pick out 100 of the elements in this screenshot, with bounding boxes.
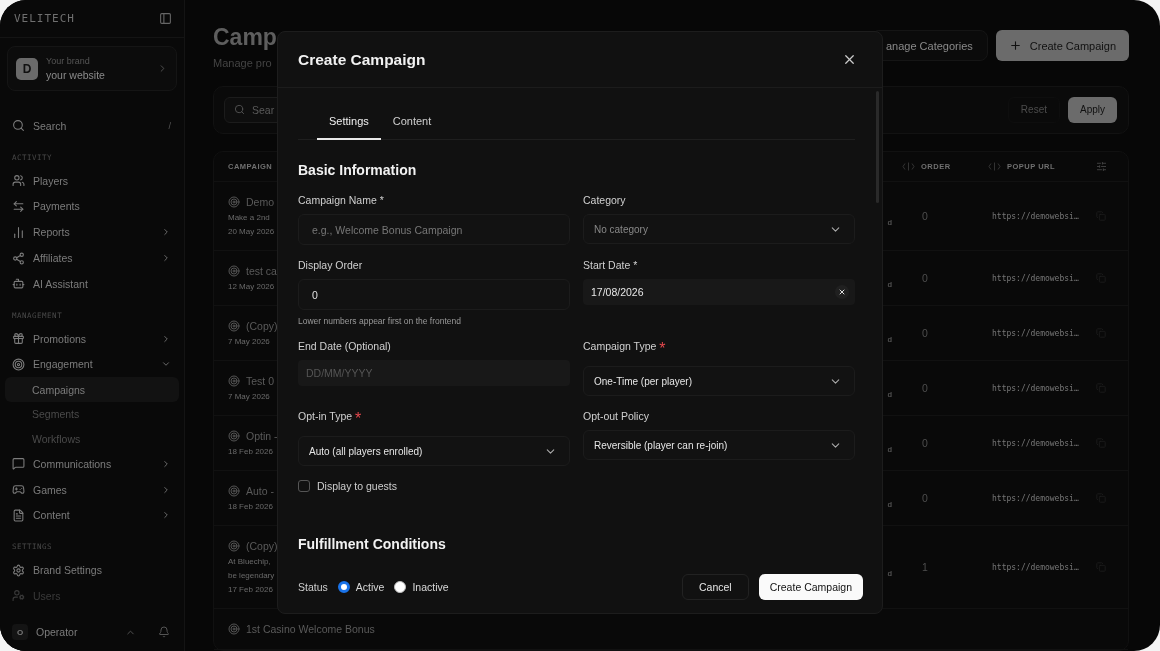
brand-switcher[interactable]: D Your brand your website — [7, 46, 177, 91]
user-icon — [12, 589, 25, 603]
tab[interactable]: Settings — [317, 106, 381, 140]
people-icon — [12, 174, 25, 188]
target-icon — [228, 196, 240, 208]
user-name: Operator — [36, 626, 79, 638]
nav-item[interactable]: Affiliates — [5, 245, 179, 271]
status-label: Status — [298, 581, 328, 593]
status-text: d — [887, 389, 892, 399]
field-label: Opt-in Type — [298, 410, 353, 424]
campaign-description: At Bluechip, — [228, 557, 272, 566]
status-text: d — [887, 334, 892, 344]
required-mark: * — [659, 340, 666, 358]
page-subtitle: Manage pro — [213, 57, 273, 69]
nav-item[interactable]: Reports — [5, 219, 179, 246]
sidebar-toggle-icon[interactable] — [159, 12, 172, 25]
url-cell-text: https://demowebsi… — [991, 438, 1080, 448]
order-cell-text: 0 — [921, 210, 929, 222]
campaign-name: test ca — [246, 265, 277, 277]
notifications-icon[interactable] — [158, 626, 170, 638]
status-text: d — [887, 568, 892, 578]
field-label: Opt-out Policy — [583, 410, 649, 422]
campaign-name: Optin - — [246, 430, 278, 442]
order-cell-text: 0 — [921, 327, 929, 339]
status-text: d — [887, 217, 892, 227]
nav-item[interactable]: Content — [5, 502, 179, 529]
radio-label: Active — [355, 581, 385, 593]
status-text: d — [887, 499, 892, 509]
nav-item[interactable]: Promotions — [5, 325, 179, 352]
gift-icon — [12, 332, 25, 346]
nav-item[interactable]: Engagement — [5, 351, 179, 378]
target-icon — [228, 375, 240, 387]
radio-button[interactable] — [394, 581, 407, 593]
url-cell-text: https://demowebsi… — [991, 211, 1080, 221]
clear-button[interactable] — [835, 285, 849, 299]
resize-icon[interactable] — [902, 162, 915, 171]
gamepad-icon — [12, 483, 25, 497]
field-label: Campaign Name * — [298, 194, 384, 206]
field-label: End Date (Optional) — [298, 340, 391, 352]
campaign-description: Make a 2nd — [228, 213, 271, 222]
status-text: d — [887, 444, 892, 454]
cancel-button[interactable]: Cancel — [682, 574, 749, 600]
nav-item[interactable]: Players — [5, 167, 179, 194]
campaign-name: (Copy) — [246, 540, 278, 552]
search-icon — [12, 119, 25, 133]
radio-label: Inactive — [412, 581, 449, 593]
user-avatar: O — [12, 624, 28, 640]
page-title: Camp — [213, 24, 277, 51]
target-icon — [12, 357, 25, 371]
tab[interactable]: Content — [380, 106, 444, 140]
field-hint: Lower numbers appear first on the frontend — [298, 316, 462, 326]
campaign-date: 7 May 2026 — [228, 337, 271, 346]
field-label: Campaign Type — [583, 340, 657, 354]
nav-item[interactable]: Games — [5, 476, 179, 503]
campaign-name: Test 0 — [246, 375, 274, 387]
plus-icon — [1008, 39, 1022, 52]
chat-icon — [12, 457, 25, 471]
order-cell-text: 0 — [921, 382, 929, 394]
date-field[interactable]: 17/08/2026 — [583, 279, 855, 305]
url-cell-text: https://demowebsi… — [991, 273, 1080, 283]
campaign-name: 1st Casino Welcome Bonus — [246, 623, 375, 635]
select-field[interactable]: One-Time (per player) — [583, 366, 855, 396]
campaign-name: Demo — [246, 196, 274, 208]
url-cell-text: https://demowebsi… — [991, 493, 1080, 503]
close-icon — [838, 288, 846, 296]
campaign-name: Auto - — [246, 485, 274, 497]
apply-button[interactable]: Apply — [1068, 96, 1117, 123]
radio-button[interactable] — [337, 581, 350, 593]
status-text: d — [887, 279, 892, 289]
nav-item[interactable]: Brand Settings — [5, 557, 179, 584]
close-icon[interactable] — [842, 52, 857, 67]
robot-icon — [12, 277, 25, 291]
document-icon — [12, 508, 25, 522]
nav-item[interactable]: AI Assistant — [5, 271, 179, 297]
submit-button[interactable]: Create Campaign — [758, 574, 863, 600]
nav-item[interactable]: Payments — [5, 193, 179, 220]
dialog-title: Create Campaign — [298, 50, 426, 69]
campaign-name: (Copy) — [246, 320, 278, 332]
search-icon — [234, 103, 245, 115]
create-campaign-button[interactable]: Create Campaign — [995, 30, 1129, 61]
nav-item[interactable]: Communications — [5, 450, 179, 477]
select-field[interactable]: No category — [583, 214, 855, 244]
arrows-icon — [12, 200, 25, 213]
checkbox[interactable] — [298, 480, 310, 492]
shortcut-key: / — [168, 120, 171, 131]
field-label: Category — [583, 194, 626, 206]
resize-icon[interactable] — [988, 162, 1001, 171]
campaign-date: 18 Feb 2026 — [228, 447, 274, 456]
url-cell-text: https://demowebsi… — [991, 328, 1080, 338]
column-settings-icon[interactable] — [1096, 161, 1107, 172]
settings-icon — [12, 563, 25, 577]
url-cell-text: https://demowebsi… — [991, 562, 1080, 572]
select-field[interactable]: Reversible (player can re-join) — [583, 430, 855, 460]
text-field[interactable]: 0 — [298, 279, 570, 310]
text-field[interactable]: e.g., Welcome Bonus Campaign — [298, 214, 570, 245]
campaign-date: 12 May 2026 — [228, 282, 276, 291]
nav-subitem[interactable]: Campaigns — [5, 377, 179, 402]
required-mark: * — [355, 410, 362, 428]
search-item[interactable]: Search / — [5, 113, 179, 139]
select-field[interactable]: Auto (all players enrolled) — [298, 436, 570, 466]
